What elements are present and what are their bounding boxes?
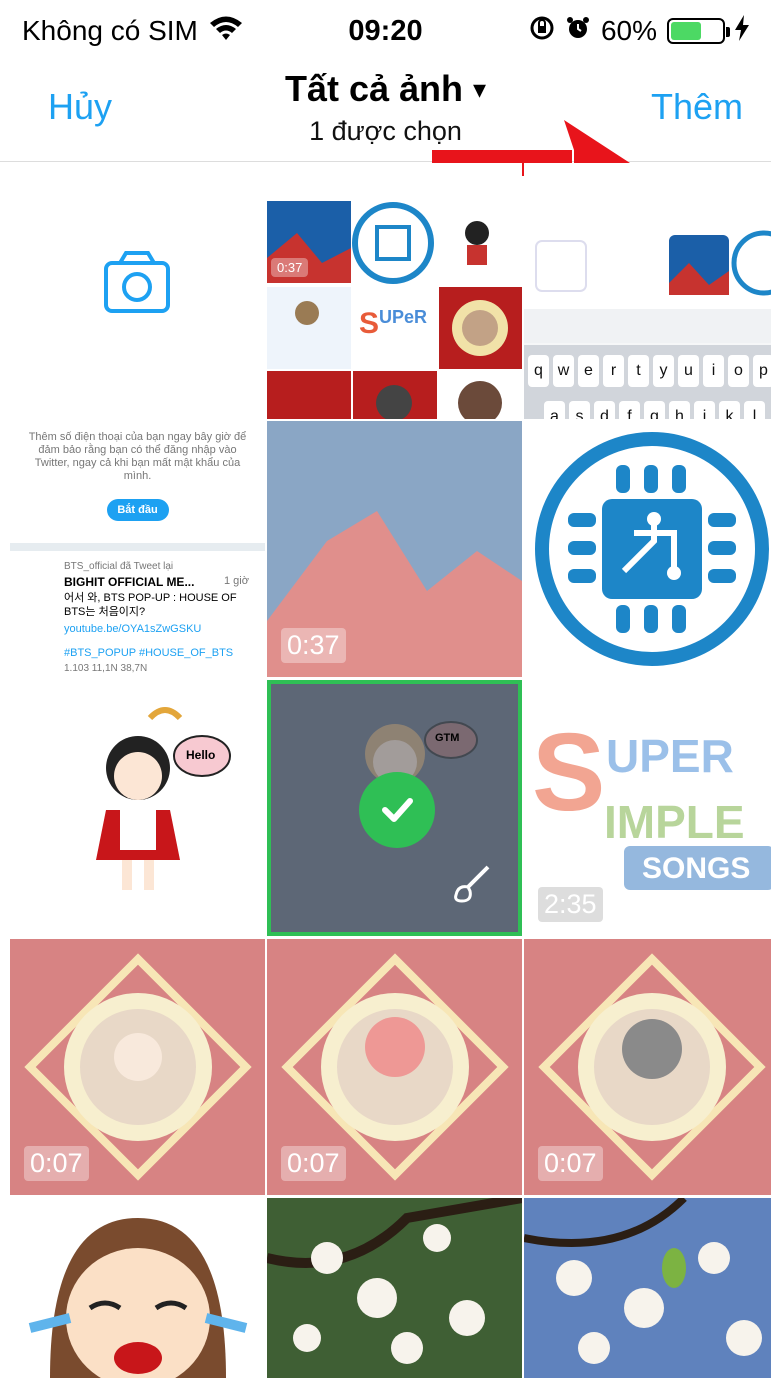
battery-tip [726, 27, 730, 37]
keyboard-row: qwertyuiop [528, 355, 771, 387]
keyboard-key: r [603, 355, 624, 387]
keyboard-key: k [719, 401, 740, 419]
crying-sticker-image [10, 1198, 265, 1378]
video-duration: 0:07 [24, 1146, 89, 1181]
charging-icon [735, 14, 749, 48]
tweet-link: youtube.be/OYA1sZwGSKU [64, 623, 202, 635]
keyboard-key: g [644, 401, 665, 419]
photo-thumbnail-selected[interactable]: GTM [267, 680, 522, 936]
photo-thumbnail[interactable]: S UPeR 0:37 [267, 163, 522, 419]
checkmark-icon [359, 772, 435, 848]
tweet-stats: 1.103 11,1N 38,7N [64, 663, 148, 674]
album-title-label: Tất cả ảnh [284, 68, 463, 109]
keyboard-key: e [578, 355, 599, 387]
keyboard-key: h [669, 401, 690, 419]
video-duration: 2:35 [538, 887, 603, 922]
chip-logo-image [535, 432, 769, 666]
tweet-hashtags: #BTS_POPUP #HOUSE_OF_BTS [64, 647, 234, 659]
twitter-prompt: Thêm số điện thoại của bạn ngay bây giờ … [28, 431, 247, 482]
keyboard-row: asdfghjkl [544, 401, 765, 419]
status-right: 60% [529, 14, 749, 48]
blossom-photo [524, 1198, 771, 1378]
svg-text:S: S [359, 307, 379, 340]
nav-bar: Hủy Tất cả ảnh ▾ 1 được chọn Thêm [0, 62, 771, 216]
carrier-label: Không có SIM [22, 15, 198, 46]
keyboard-key: s [569, 401, 590, 419]
photo-thumbnail[interactable]: Thêm số điện thoại của bạn ngay bây giờ … [10, 421, 265, 677]
edit-brush-icon[interactable] [448, 861, 494, 912]
start-button: Bắt đầu [106, 499, 169, 521]
camera-icon [104, 251, 170, 313]
tweet-account: BIGHIT OFFICIAL ME... [64, 575, 195, 589]
status-bar: Không có SIM 09:20 60% [0, 0, 771, 62]
keyboard-key: t [628, 355, 649, 387]
sticker-image [96, 707, 231, 890]
video-thumbnail[interactable]: 0:07 [267, 939, 522, 1195]
camera-cell[interactable] [10, 163, 265, 419]
keyboard-key: w [553, 355, 574, 387]
keyboard-key: a [544, 401, 565, 419]
keyboard-key: i [703, 355, 724, 387]
keyboard-key: d [594, 401, 615, 419]
video-thumbnail[interactable]: S UPER IMPLE SONGS 2:35 [524, 680, 771, 936]
tweet-time: 1 giờ [224, 575, 249, 587]
keyboard-key: q [528, 355, 549, 387]
collage-image: S UPeR [267, 163, 522, 419]
add-button[interactable]: Thêm [651, 86, 743, 128]
video-duration: 0:37 [281, 628, 346, 663]
keyboard-key: u [678, 355, 699, 387]
photo-thumbnail[interactable]: qwertyuiop asdfghjkl [524, 163, 771, 419]
battery-fill [671, 22, 701, 40]
keyboard-key: f [619, 401, 640, 419]
video-thumbnail[interactable]: 0:37 [267, 421, 522, 677]
keyboard-key: p [753, 355, 771, 387]
photo-thumbnail[interactable]: Hello [10, 680, 265, 936]
keyboard-key: y [653, 355, 674, 387]
rotation-lock-icon [529, 15, 555, 48]
sticker-bubble-text: Hello [186, 748, 216, 762]
video-duration: 0:07 [538, 1146, 603, 1181]
battery-icon [667, 18, 730, 44]
retweet-line: BTS_official đã Tweet lại [64, 561, 174, 572]
video-duration: 0:07 [281, 1146, 346, 1181]
blossom-photo [267, 1198, 522, 1378]
keyboard-key: j [694, 401, 715, 419]
keyboard-key: l [744, 401, 765, 419]
divider [10, 543, 265, 551]
tweet-text: 어서 와, BTS POP-UP : HOUSE OF BTS는 처음이지? [64, 592, 237, 618]
photo-thumbnail[interactable] [524, 421, 771, 677]
status-left: Không có SIM [22, 14, 529, 49]
battery-percent: 60% [600, 15, 657, 46]
alarm-icon [565, 15, 591, 48]
video-duration: 0:37 [271, 258, 309, 277]
keyboard-key: o [728, 355, 749, 387]
photo-thumbnail[interactable] [10, 1198, 265, 1378]
svg-text:UPeR: UPeR [379, 307, 427, 327]
album-title[interactable]: Tất cả ảnh ▾ [285, 68, 486, 110]
video-thumbnail[interactable]: 0:07 [524, 939, 771, 1195]
photo-thumbnail[interactable] [267, 1198, 522, 1378]
chevron-down-icon: ▾ [473, 73, 487, 104]
sticker-bubble-text: GTM [435, 732, 460, 744]
video-thumbnail[interactable]: 0:07 [10, 939, 265, 1195]
wifi-icon [208, 14, 244, 49]
photo-thumbnail[interactable] [524, 1198, 771, 1378]
